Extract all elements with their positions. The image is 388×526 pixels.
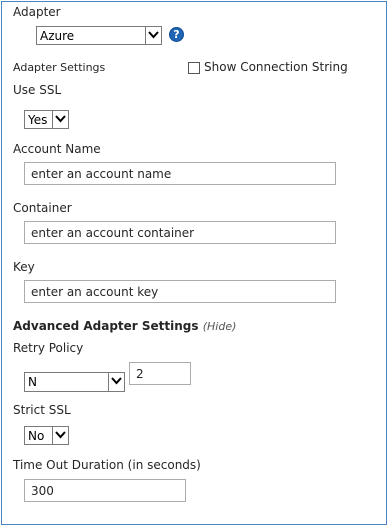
timeout-input[interactable]: 300 [24, 479, 186, 502]
advanced-settings-title: Advanced Adapter Settings [13, 319, 199, 333]
retry-count-input-value: 2 [136, 367, 144, 381]
adapter-select-value: Azure [40, 29, 75, 43]
container-label: Container [13, 201, 72, 215]
strict-ssl-label: Strict SSL [13, 403, 71, 417]
retry-policy-dropdown-button[interactable] [108, 373, 124, 391]
container-input[interactable]: enter an account container [24, 221, 336, 244]
chevron-down-icon [148, 31, 159, 39]
retry-policy-label: Retry Policy [13, 341, 84, 355]
adapter-select[interactable]: Azure [36, 26, 162, 45]
show-connection-string-checkbox[interactable] [188, 62, 200, 74]
key-input[interactable]: enter an account key [24, 280, 336, 303]
show-connection-string-label: Show Connection String [204, 60, 348, 74]
retry-count-input[interactable]: 2 [129, 362, 191, 385]
timeout-label: Time Out Duration (in seconds) [13, 458, 201, 472]
help-icon[interactable]: ? [169, 27, 184, 42]
strict-ssl-select-value: No [28, 429, 45, 443]
use-ssl-select[interactable]: Yes [24, 110, 69, 129]
retry-policy-select-value: N [28, 375, 37, 389]
strict-ssl-select[interactable]: No [24, 426, 69, 445]
chevron-down-icon [111, 377, 122, 385]
retry-policy-select[interactable]: N [24, 372, 125, 392]
account-name-label: Account Name [13, 142, 101, 156]
advanced-settings-heading: Advanced Adapter Settings (Hide) [13, 319, 236, 333]
key-label: Key [13, 260, 35, 274]
account-name-input[interactable]: enter an account name [24, 162, 336, 185]
settings-panel: Adapter Azure ? Adapter Settings Show Co… [1, 1, 387, 525]
use-ssl-dropdown-button[interactable] [52, 111, 68, 128]
strict-ssl-dropdown-button[interactable] [52, 427, 68, 444]
adapter-dropdown-button[interactable] [145, 27, 161, 44]
adapter-label: Adapter [13, 5, 61, 19]
key-input-value: enter an account key [31, 285, 159, 299]
account-name-input-value: enter an account name [31, 167, 172, 181]
adapter-settings-label: Adapter Settings [13, 61, 106, 74]
container-input-value: enter an account container [31, 226, 195, 240]
chevron-down-icon [55, 115, 66, 123]
timeout-input-value: 300 [31, 484, 54, 498]
advanced-settings-hide-link[interactable]: (Hide) [203, 320, 237, 333]
use-ssl-select-value: Yes [28, 113, 48, 127]
use-ssl-label: Use SSL [13, 83, 62, 97]
chevron-down-icon [55, 431, 66, 439]
